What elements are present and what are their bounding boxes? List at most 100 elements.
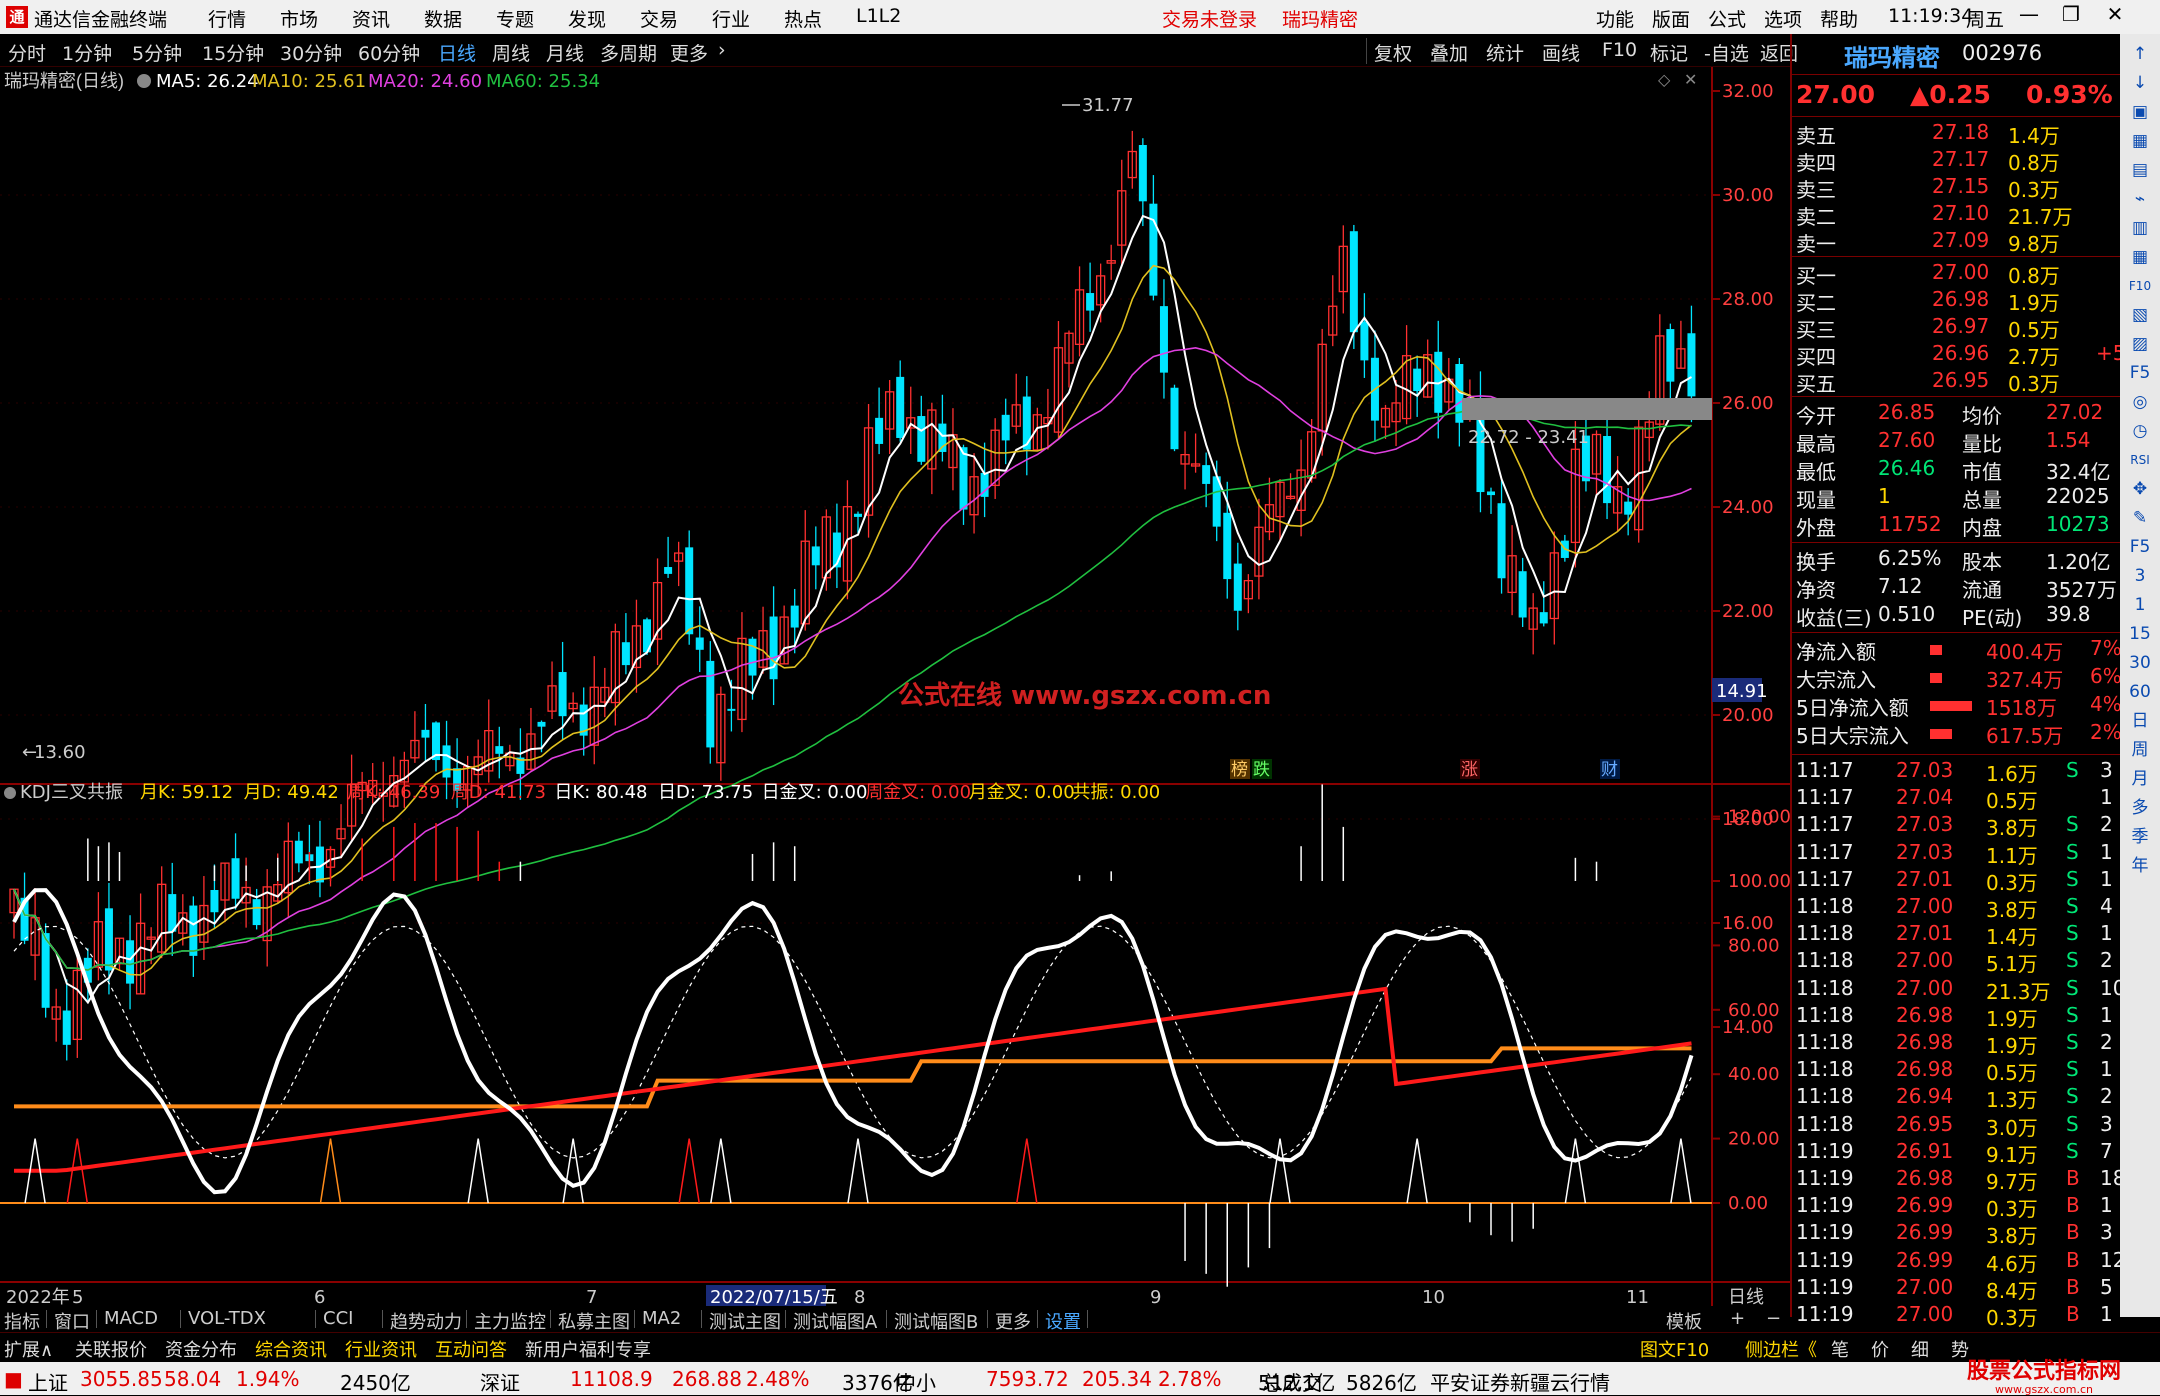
kline-chart-area[interactable]: 瑞玛精密(日线) MA5: 26.24 MA10: 25.61 MA20: 24… [0, 67, 1790, 1311]
menu-redian[interactable]: 热点 [784, 5, 822, 32]
indicator-tab[interactable]: 主力监控 [474, 1308, 546, 1334]
side-tool-icon[interactable]: 周 [2124, 736, 2156, 764]
event-tag-die[interactable]: 跌 [1253, 760, 1270, 780]
index-field[interactable]: 58.04 [164, 1367, 221, 1391]
period-1min[interactable]: 1分钟 [62, 39, 112, 66]
menu-hangqing[interactable]: 行情 [208, 5, 246, 32]
template-tab[interactable]: + [1730, 1308, 1745, 1329]
side-tool-icon[interactable]: ▦ [2124, 127, 2156, 155]
side-tool-icon[interactable]: F10 [2124, 272, 2156, 300]
template-tab[interactable]: 模板 [1666, 1308, 1702, 1334]
menu-banmian[interactable]: 版面 [1652, 5, 1690, 32]
side-tool-icon[interactable]: ✎ [2124, 504, 2156, 532]
period-15min[interactable]: 15分钟 [202, 39, 264, 66]
period-daily[interactable]: 日线 [438, 39, 476, 66]
period-multi[interactable]: 多周期 [600, 39, 657, 66]
side-tool-icon[interactable]: 3 [2124, 562, 2156, 590]
side-tool-icon[interactable]: ▦ [2124, 243, 2156, 271]
side-tool-icon[interactable]: RSI [2124, 446, 2156, 474]
indicator-tab[interactable]: 趋势动力 [390, 1308, 462, 1334]
side-tool-icon[interactable]: ◷ [2124, 417, 2156, 445]
side-tool-icon[interactable]: ↑ [2124, 40, 2156, 68]
side-tool-icon[interactable]: 月 [2124, 765, 2156, 793]
period-60min[interactable]: 60分钟 [358, 39, 420, 66]
close-icon[interactable]: ✕ [2100, 2, 2130, 32]
period-monthly[interactable]: 月线 [546, 39, 584, 66]
indicator-tab[interactable]: 测试主图 [709, 1308, 781, 1334]
index-field[interactable]: 2450亿 [340, 1367, 411, 1396]
indicator-tab[interactable]: VOL-TDX [188, 1308, 266, 1329]
side-tool-icon[interactable]: 年 [2124, 852, 2156, 880]
indicator-tab[interactable]: CCI [323, 1308, 353, 1329]
panel-tab[interactable]: 细 [1911, 1336, 1929, 1362]
period-5min[interactable]: 5分钟 [132, 39, 182, 66]
event-tag-bang[interactable]: 榜 [1231, 760, 1248, 780]
indicator-tab[interactable]: MACD [104, 1308, 158, 1329]
index-field[interactable]: 7593.72 [986, 1367, 1069, 1391]
indicator-tab[interactable]: 更多 [995, 1308, 1031, 1334]
side-tool-icon[interactable]: ▤ [2124, 156, 2156, 184]
kdj-settings-icon[interactable] [4, 787, 16, 799]
side-tool-icon[interactable]: ▧ [2124, 301, 2156, 329]
indicator-tab[interactable]: 指标 [4, 1308, 40, 1334]
tool-huaxian[interactable]: 画线 [1542, 39, 1580, 66]
index-field[interactable]: 深证 [480, 1367, 520, 1396]
period-30min[interactable]: 30分钟 [280, 39, 342, 66]
side-tool-icon[interactable]: 15 [2124, 620, 2156, 648]
side-tool-icon[interactable]: ↓ [2124, 69, 2156, 97]
period-more-chevron-icon[interactable]: › [718, 39, 726, 61]
index-field[interactable]: 3055.85 [80, 1367, 163, 1391]
event-tag-cai[interactable]: 财 [1601, 760, 1618, 780]
chart-close-icon[interactable]: ✕ [1684, 70, 1697, 89]
side-tool-icon[interactable]: ⌁ [2124, 185, 2156, 213]
template-tab[interactable]: − [1766, 1308, 1781, 1329]
side-tool-icon[interactable]: 60 [2124, 678, 2156, 706]
indicator-tab[interactable]: 私募主图 [558, 1308, 630, 1334]
indicator-tab[interactable]: 测试幅图A [793, 1308, 877, 1334]
index-field[interactable]: 1.94% [236, 1367, 300, 1391]
tool-f10[interactable]: F10 [1602, 39, 1637, 61]
side-tool-icon[interactable]: ▥ [2124, 214, 2156, 242]
info-tab[interactable]: 行业资讯 [345, 1336, 417, 1362]
side-tool-icon[interactable]: F5 [2124, 359, 2156, 387]
menu-gongneng[interactable]: 功能 [1596, 5, 1634, 32]
period-weekly[interactable]: 周线 [492, 39, 530, 66]
minimize-icon[interactable]: — [2014, 2, 2044, 32]
side-tool-icon[interactable]: 季 [2124, 823, 2156, 851]
index-field[interactable]: 中小 [896, 1367, 936, 1396]
chart-diamond-icon[interactable]: ◇ [1658, 70, 1671, 89]
index-field[interactable]: 205.34 [1082, 1367, 1152, 1391]
menu-jiaoyi[interactable]: 交易 [640, 5, 678, 32]
side-tool-icon[interactable]: 多 [2124, 794, 2156, 822]
menu-bangzhu[interactable]: 帮助 [1820, 5, 1858, 32]
tool-biaoji[interactable]: 标记 [1650, 39, 1688, 66]
index-field[interactable]: 上证 [28, 1367, 68, 1396]
panel-tab[interactable]: 图文F10 [1640, 1336, 1709, 1362]
side-tool-icon[interactable]: ▨ [2124, 330, 2156, 358]
side-tool-icon[interactable]: ◎ [2124, 388, 2156, 416]
menu-shichang[interactable]: 市场 [280, 5, 318, 32]
index-field[interactable]: 2.48% [746, 1367, 810, 1391]
info-tab[interactable]: 新用户福利专享 [525, 1336, 651, 1362]
side-tool-icon[interactable]: 30 [2124, 649, 2156, 677]
menu-gongshi[interactable]: 公式 [1708, 5, 1746, 32]
menu-faxian[interactable]: 发现 [568, 5, 606, 32]
info-tab[interactable]: 互动问答 [435, 1336, 507, 1362]
info-tab[interactable]: 扩展∧ [4, 1336, 53, 1362]
side-tool-icon[interactable]: 1 [2124, 591, 2156, 619]
index-field[interactable]: 268.88 [672, 1367, 742, 1391]
trade-login-status[interactable]: 交易未登录 [1162, 5, 1257, 32]
indicator-tab[interactable]: 设置 [1045, 1308, 1081, 1334]
info-tab[interactable]: 资金分布 [165, 1336, 237, 1362]
index-field[interactable]: 11108.9 [570, 1367, 653, 1391]
panel-tab[interactable]: 笔 [1831, 1336, 1849, 1362]
period-fenshi[interactable]: 分时 [8, 39, 46, 66]
tool-zixuan[interactable]: -自选 [1704, 39, 1749, 66]
tool-diejia[interactable]: 叠加 [1430, 39, 1468, 66]
panel-tab[interactable]: 侧边栏《 [1745, 1336, 1817, 1362]
event-tag-zhang[interactable]: 涨 [1461, 760, 1478, 780]
panel-tab[interactable]: 价 [1871, 1336, 1889, 1362]
tool-fuquan[interactable]: 复权 [1374, 39, 1412, 66]
indicator-tab[interactable]: 窗口 [54, 1308, 90, 1334]
indicator-tab[interactable]: MA2 [642, 1308, 681, 1329]
